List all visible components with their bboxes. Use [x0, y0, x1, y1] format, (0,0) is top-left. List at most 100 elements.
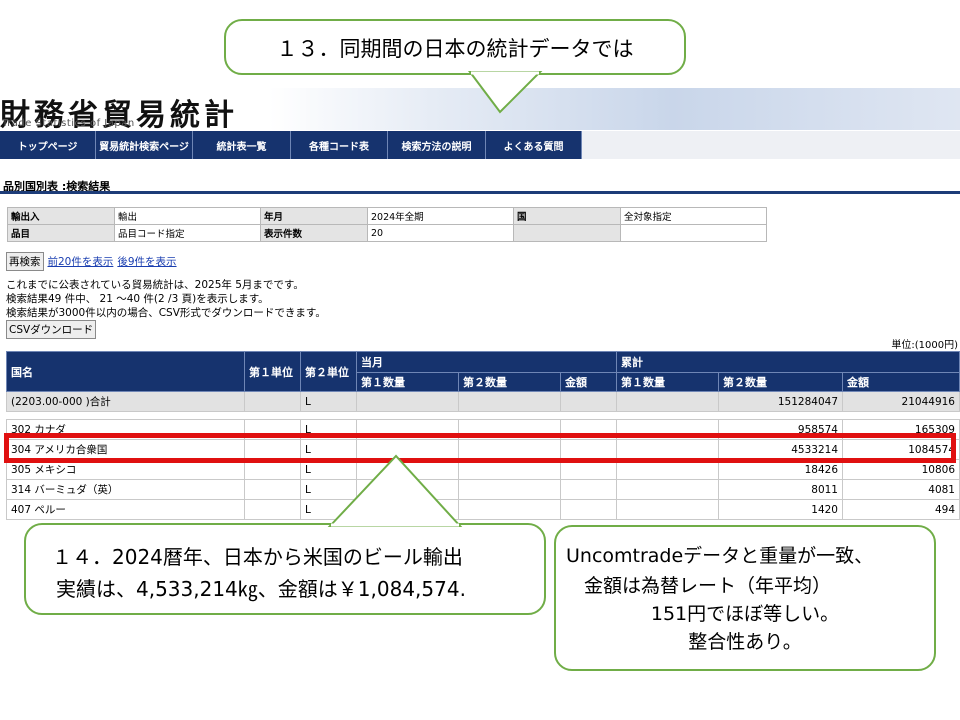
- col-group-cumulative: 累計: [616, 351, 960, 373]
- cell-unit1: [244, 391, 301, 412]
- col-country: 国名: [6, 351, 245, 392]
- table-row: 305 メキシコ L 18426 10806: [6, 459, 960, 480]
- cell-country: 302 カナダ: [6, 419, 245, 440]
- next-page-link[interactable]: 後9件を表示: [117, 254, 176, 269]
- cell-m-qty1: [356, 459, 459, 480]
- nav-filler: [582, 131, 960, 159]
- condition-label: [513, 224, 621, 242]
- cell-m-qty2: [458, 479, 561, 500]
- nav-faq[interactable]: よくある質問: [486, 131, 582, 159]
- col-current-qty1: 第１数量: [356, 372, 459, 392]
- cell-country: 407 ペルー: [6, 499, 245, 520]
- cell-c-qty2: 958574: [718, 419, 843, 440]
- cell-c-amount: 1084574: [842, 439, 960, 460]
- cell-m-qty1: [356, 419, 459, 440]
- cell-unit1: [244, 479, 301, 500]
- cell-m-qty1: [356, 391, 459, 412]
- table-row: 407 ペルー L 1420 494: [6, 499, 960, 520]
- table-row-highlighted: 304 アメリカ合衆国 L 4533214 1084574: [6, 439, 960, 460]
- note-line3: 151円でほぼ等しい。: [650, 603, 840, 625]
- col-cum-qty1: 第１数量: [616, 372, 719, 392]
- info-publish-period: これまでに公表されている貿易統計は、2025年 5月までです。: [6, 279, 304, 291]
- cell-country: 305 メキシコ: [6, 459, 245, 480]
- cell-c-amount: 165309: [842, 419, 960, 440]
- cell-c-qty2: 8011: [718, 479, 843, 500]
- cell-c-qty1: [616, 499, 719, 520]
- cell-m-qty1: [356, 479, 459, 500]
- callout-step13: １３．同期間の日本の統計データでは: [224, 19, 686, 75]
- callout-step13-text: １３．同期間の日本の統計データでは: [276, 37, 634, 61]
- nav-trade-search[interactable]: 貿易統計検索ページ: [96, 131, 193, 159]
- cell-m-amount: [560, 479, 617, 500]
- col-unit2: 第２単位: [300, 351, 357, 392]
- callout-consistency-note: Uncomtradeデータと重量が一致、 金額は為替レート（年平均） 151円で…: [554, 525, 936, 671]
- cell-country: 314 バーミュダ（英）: [6, 479, 245, 500]
- unit-label: 単位:(1000円): [891, 340, 958, 351]
- csv-download-button[interactable]: CSVダウンロード: [6, 320, 97, 339]
- cell-c-qty2: 1420: [718, 499, 843, 520]
- condition-value: 全対象指定: [620, 207, 767, 225]
- col-current-amount: 金額: [560, 372, 617, 392]
- cell-c-amount: 10806: [842, 459, 960, 480]
- cell-m-qty2: [458, 391, 561, 412]
- callout-step14-line1: １４．2024暦年、日本から米国のビール輸出: [52, 545, 463, 569]
- col-cum-amount: 金額: [842, 372, 960, 392]
- site-subtitle: Trade Statistics of Japan: [2, 118, 135, 129]
- condition-value: 輸出: [114, 207, 261, 225]
- cell-c-qty2: 151284047: [718, 391, 843, 412]
- nav-search-help[interactable]: 検索方法の説明: [388, 131, 486, 159]
- col-current-qty2: 第２数量: [458, 372, 561, 392]
- condition-value: [620, 224, 767, 242]
- cell-m-qty1: [356, 499, 459, 520]
- cell-c-qty1: [616, 419, 719, 440]
- callout-step14-line2: 実績は、4,533,214㎏、金額は￥1,084,574.: [56, 577, 466, 601]
- site-header: 財務省貿易統計 Trade Statistics of Japan: [0, 88, 960, 133]
- research-button[interactable]: 再検索: [6, 252, 44, 271]
- table-gap: [7, 412, 960, 420]
- cell-c-qty1: [616, 391, 719, 412]
- cell-unit2: L: [300, 499, 357, 520]
- cell-m-qty1: [356, 439, 459, 460]
- table-row-total: (2203.00-000 )合計 L 151284047 21044916: [6, 391, 960, 412]
- callout-step14: １４．2024暦年、日本から米国のビール輸出 実績は、4,533,214㎏、金額…: [24, 523, 546, 615]
- cell-m-amount: [560, 419, 617, 440]
- results-table: 国名 第１単位 第２単位 当月 累計 第１数量 第２数量 金額 第１数量 第２数…: [6, 351, 960, 520]
- cell-country: 304 アメリカ合衆国: [6, 439, 245, 460]
- cell-m-qty2: [458, 459, 561, 480]
- main-nav: トップページ 貿易統計検索ページ 統計表一覧 各種コード表 検索方法の説明 よく…: [0, 131, 582, 159]
- cell-country: (2203.00-000 )合計: [6, 391, 245, 412]
- cell-unit1: [244, 419, 301, 440]
- note-line2: 金額は為替レート（年平均）: [584, 575, 832, 597]
- prev-page-link[interactable]: 前20件を表示: [48, 254, 114, 269]
- cell-m-qty2: [458, 439, 561, 460]
- cell-c-amount: 21044916: [842, 391, 960, 412]
- table-row: 314 バーミュダ（英） L 8011 4081: [6, 479, 960, 500]
- nav-stat-tables[interactable]: 統計表一覧: [193, 131, 291, 159]
- nav-top-page[interactable]: トップページ: [0, 131, 96, 159]
- col-unit1: 第１単位: [244, 351, 301, 392]
- cell-c-qty2: 18426: [718, 459, 843, 480]
- cell-unit2: L: [300, 419, 357, 440]
- cell-unit1: [244, 499, 301, 520]
- search-conditions-table: 輸出入 輸出 年月 2024年全期 国 全対象指定 品目 品目コード指定 表示件…: [7, 207, 767, 242]
- cell-unit2: L: [300, 479, 357, 500]
- cell-c-amount: 494: [842, 499, 960, 520]
- condition-row: 品目 品目コード指定 表示件数 20: [7, 224, 767, 242]
- note-line1: Uncomtradeデータと重量が一致、: [566, 545, 874, 567]
- cell-m-amount: [560, 499, 617, 520]
- condition-row: 輸出入 輸出 年月 2024年全期 国 全対象指定: [7, 207, 767, 225]
- heading-divider: [0, 191, 960, 194]
- cell-m-qty2: [458, 499, 561, 520]
- cell-c-qty2: 4533214: [718, 439, 843, 460]
- condition-value: 20: [367, 224, 514, 242]
- cell-unit2: L: [300, 439, 357, 460]
- gap-cell: [7, 412, 960, 420]
- nav-code-tables[interactable]: 各種コード表: [291, 131, 388, 159]
- cell-m-qty2: [458, 419, 561, 440]
- condition-label: 品目: [7, 224, 115, 242]
- condition-value: 2024年全期: [367, 207, 514, 225]
- cell-m-amount: [560, 391, 617, 412]
- info-result-count: 検索結果49 件中、 21 〜40 件(2 /3 頁)を表示します。: [6, 293, 269, 305]
- table-row: 302 カナダ L 958574 165309: [6, 419, 960, 440]
- cell-unit1: [244, 459, 301, 480]
